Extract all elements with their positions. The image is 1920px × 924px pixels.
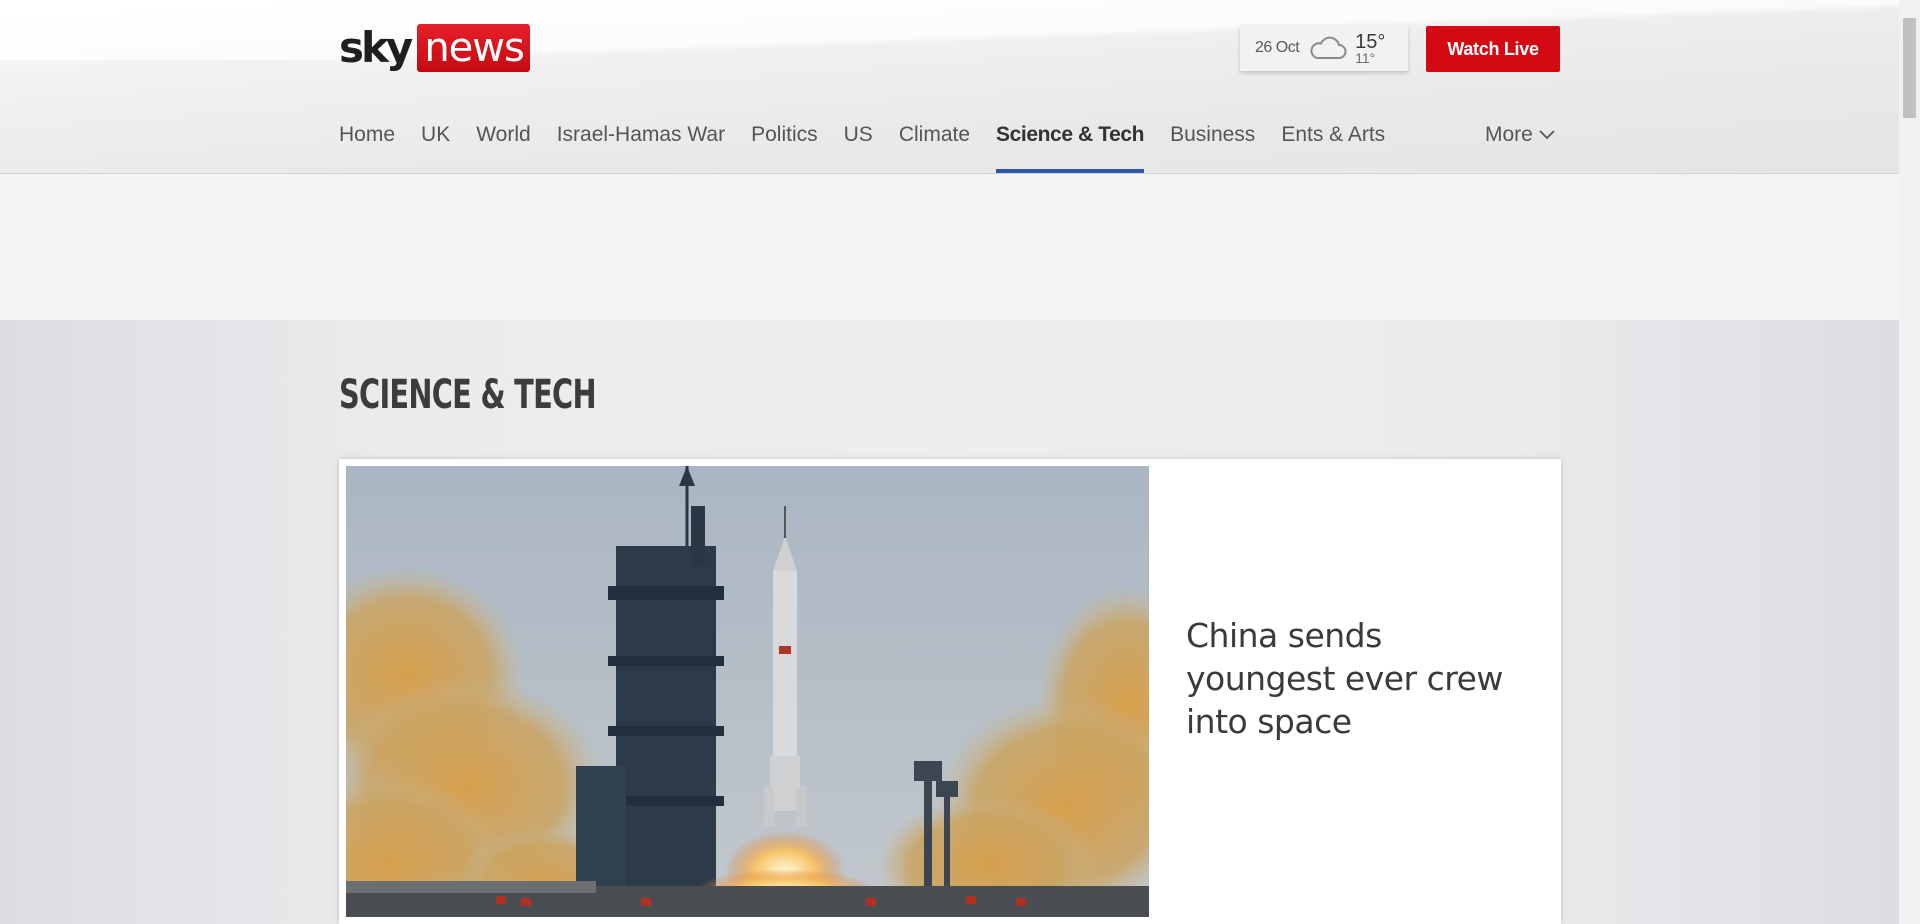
weather-widget[interactable]: 26 Oct 15° 11° <box>1240 25 1408 71</box>
nav-item-israel-hamas-war[interactable]: Israel-Hamas War <box>557 118 725 173</box>
watch-live-button[interactable]: Watch Live <box>1426 26 1560 72</box>
nav-item-us[interactable]: US <box>844 118 873 173</box>
temp-high: 15° <box>1355 30 1386 53</box>
main-nav: Home UK World Israel-Hamas War Politics … <box>339 118 1411 173</box>
nav-item-home[interactable]: Home <box>339 118 395 173</box>
lead-story-headline[interactable]: China sends youngest ever crew into spac… <box>1186 614 1516 743</box>
weather-date: 26 Oct <box>1255 39 1300 56</box>
nav-item-ents-arts[interactable]: Ents & Arts <box>1281 118 1385 173</box>
section-title: SCIENCE & TECH <box>339 372 597 418</box>
nav-more-label: More <box>1485 123 1533 146</box>
weather-temps: 15° 11° <box>1355 32 1385 65</box>
logo-news-text: news <box>417 24 530 72</box>
nav-item-world[interactable]: World <box>476 118 530 173</box>
vertical-scrollbar[interactable] <box>1899 0 1920 924</box>
rocket-launch-photo[interactable] <box>346 466 1149 917</box>
rocket-launch-illustration <box>346 466 1149 917</box>
advert-slot <box>0 174 1899 320</box>
site-header: sky news 26 Oct 15° 11° Watch Live Home … <box>0 0 1899 174</box>
temp-low: 11° <box>1355 49 1376 66</box>
nav-item-uk[interactable]: UK <box>421 118 450 173</box>
nav-item-politics[interactable]: Politics <box>751 118 818 173</box>
chevron-down-icon <box>1539 130 1555 140</box>
nav-item-science-tech[interactable]: Science & Tech <box>996 118 1144 173</box>
logo-sky-text: sky <box>339 23 413 72</box>
header-sheen <box>0 0 1899 60</box>
lead-story-card[interactable]: China sends youngest ever crew into spac… <box>339 459 1561 924</box>
cloud-icon <box>1310 36 1347 59</box>
sky-news-logo[interactable]: sky news <box>339 23 530 73</box>
nav-item-climate[interactable]: Climate <box>899 118 970 173</box>
nav-more-button[interactable]: More <box>1485 118 1555 152</box>
nav-item-business[interactable]: Business <box>1170 118 1255 173</box>
scrollbar-thumb[interactable] <box>1903 18 1916 118</box>
